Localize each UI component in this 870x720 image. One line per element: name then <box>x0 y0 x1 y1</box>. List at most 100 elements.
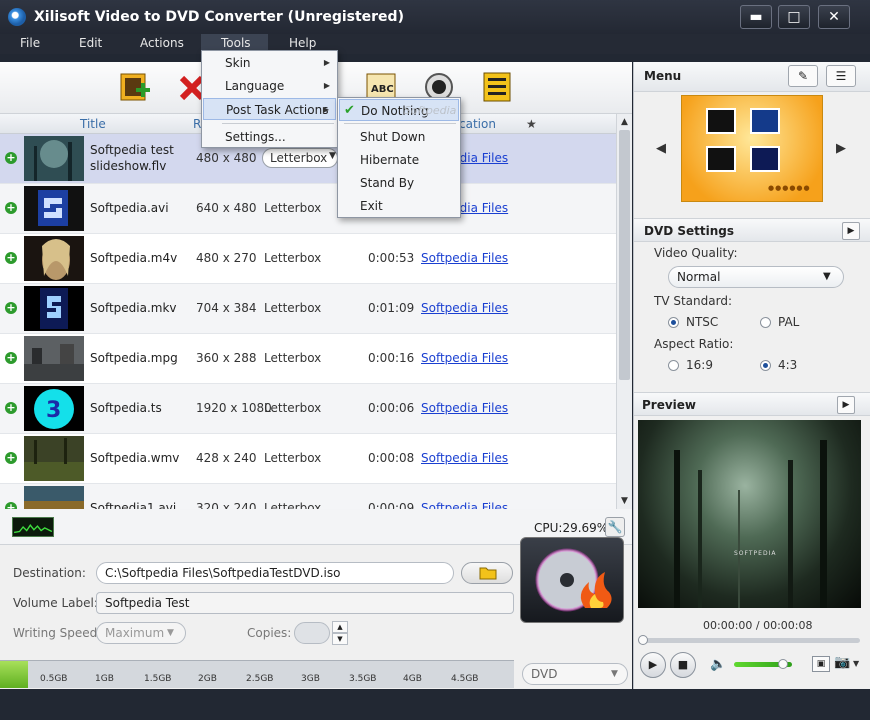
destination-input[interactable]: C:\Softpedia Files\SoftpediaTestDVD.iso … <box>96 562 541 584</box>
post-task-exit[interactable]: Exit <box>339 195 459 217</box>
expand-plus-icon[interactable]: + <box>5 452 17 464</box>
browse-folder-button[interactable] <box>461 562 513 584</box>
column-title[interactable]: Title <box>80 117 106 131</box>
disc-format-dropdown[interactable]: DVD ▼ <box>522 663 628 685</box>
expand-plus-icon[interactable]: + <box>5 202 17 214</box>
seek-slider[interactable] <box>638 635 860 645</box>
video-quality-dropdown[interactable]: Normal ▼ <box>668 266 844 288</box>
file-aspect: Letterbox <box>264 351 322 365</box>
menu-template-preview[interactable]: ●●●●●● <box>681 95 823 202</box>
table-row[interactable]: + Softpedia.m4v 480 x 270 Letterbox 0:00… <box>0 234 616 284</box>
pal-radio[interactable] <box>760 317 771 328</box>
edit-menu-icon[interactable]: ✎ <box>788 65 818 87</box>
expand-plus-icon[interactable]: + <box>5 502 17 509</box>
copies-stepper[interactable]: ▲ ▼ <box>294 621 350 645</box>
file-resolution: 1920 x 1080 <box>196 401 272 415</box>
table-row[interactable]: + 3 Softpedia.ts 1920 x 1080 Letterbox 0… <box>0 384 616 434</box>
menu-edit[interactable]: Edit <box>71 34 110 54</box>
expand-arrow-icon[interactable]: ▶ <box>837 396 855 414</box>
expand-plus-icon[interactable]: + <box>5 302 17 314</box>
aspect-4-3-radio[interactable] <box>760 360 771 371</box>
stepper-down-icon[interactable]: ▼ <box>332 633 348 645</box>
file-aspect: Letterbox <box>264 501 322 509</box>
volume-slider[interactable] <box>734 659 792 669</box>
file-location-link[interactable]: Softpedia Files <box>421 351 508 365</box>
file-location-link[interactable]: Softpedia Files <box>421 401 508 415</box>
file-location-link[interactable]: Softpedia Files <box>421 501 508 509</box>
volume-label-input[interactable]: Softpedia Test <box>96 592 514 614</box>
expand-plus-icon[interactable]: + <box>5 252 17 264</box>
play-icon[interactable]: ▶ <box>640 652 666 678</box>
post-task-do-nothing[interactable]: ✔ Do Nothing Softpedia <box>339 99 459 121</box>
scroll-down-icon[interactable]: ▼ <box>617 493 632 509</box>
writing-speed-value: Maximum <box>105 626 165 640</box>
scrollbar-thumb[interactable] <box>619 130 630 380</box>
file-location-link[interactable]: Softpedia Files <box>421 301 508 315</box>
file-resolution: 640 x 480 <box>196 201 257 215</box>
status-strip <box>0 689 870 720</box>
expand-plus-icon[interactable]: + <box>5 402 17 414</box>
minimize-button[interactable]: ▬ <box>740 5 772 29</box>
watermark-text: Softpedia <box>404 104 457 117</box>
stop-icon[interactable]: ■ <box>670 652 696 678</box>
post-task-stand-by[interactable]: Stand By <box>339 172 459 194</box>
tools-menu-post-task-actions[interactable]: Post Task Actions ▶ <box>203 98 336 120</box>
burn-button[interactable] <box>520 537 624 623</box>
expand-plus-icon[interactable]: + <box>5 152 17 164</box>
tools-menu-skin[interactable]: Skin ▶ <box>203 52 336 74</box>
volume-handle[interactable] <box>778 659 788 669</box>
size-tick: 3.5GB <box>349 674 377 684</box>
close-button[interactable]: ✕ <box>818 5 850 29</box>
writing-speed-dropdown[interactable]: Maximum ▼ <box>96 622 186 644</box>
menu-actions[interactable]: Actions <box>132 34 192 54</box>
file-location-link[interactable]: Softpedia Files <box>421 251 508 265</box>
post-task-shut-down[interactable]: Shut Down <box>339 126 459 148</box>
menu-prev-icon[interactable]: ◀ <box>656 141 666 156</box>
post-task-hibernate[interactable]: Hibernate <box>339 149 459 171</box>
svg-text:ABC: ABC <box>371 84 394 95</box>
preview-time: 00:00:00 / 00:00:08 <box>703 619 813 632</box>
camera-icon[interactable]: 📷 <box>834 655 850 670</box>
preview-video[interactable]: SOFTPEDIA <box>638 420 861 608</box>
chevron-down-icon: ▼ <box>167 628 174 638</box>
video-thumbnail <box>24 436 84 481</box>
file-list-scrollbar[interactable]: ▲ ▼ <box>616 114 632 509</box>
file-resolution: 320 x 240 <box>196 501 257 509</box>
fullscreen-icon[interactable]: ▣ <box>812 656 830 672</box>
table-row[interactable]: + Softpedia1.avi 320 x 240 Letterbox 0:0… <box>0 484 616 509</box>
tools-menu-language[interactable]: Language ▶ <box>203 75 336 97</box>
column-star[interactable]: ★ <box>526 117 537 131</box>
table-row[interactable]: + Softpedia.mkv 704 x 384 Letterbox 0:01… <box>0 284 616 334</box>
menu-list-icon[interactable]: ☰ <box>826 65 856 87</box>
column-location[interactable]: cation <box>459 117 496 131</box>
file-location-link[interactable]: Softpedia Files <box>421 451 508 465</box>
table-row[interactable]: + Softpedia.avi 640 x 480 Letterbox Soft… <box>0 184 616 234</box>
size-tick: 1.5GB <box>144 674 172 684</box>
seek-handle[interactable] <box>638 635 648 645</box>
table-row[interactable]: + Softpedia.wmv 428 x 240 Letterbox 0:00… <box>0 434 616 484</box>
expand-plus-icon[interactable]: + <box>5 352 17 364</box>
menu-file[interactable]: File <box>12 34 48 54</box>
add-file-icon[interactable] <box>118 70 152 104</box>
maximize-button[interactable]: □ <box>778 5 810 29</box>
tools-menu-settings[interactable]: Settings... <box>203 126 336 148</box>
video-thumbnail: 3 <box>24 386 84 431</box>
aspect-16-9-radio[interactable] <box>668 360 679 371</box>
wrench-icon[interactable]: 🔧 <box>605 517 625 537</box>
tools-menu: Skin ▶ Language ▶ Post Task Actions ▶ Se… <box>201 50 338 148</box>
ntsc-radio[interactable] <box>668 317 679 328</box>
post-task-hibernate-label: Hibernate <box>360 153 420 167</box>
aspect-dropdown[interactable]: Letterbox ▼ <box>262 148 338 168</box>
chevron-down-icon[interactable]: ▼ <box>853 659 859 668</box>
preview-title: Preview <box>642 398 697 412</box>
chevron-down-icon: ▼ <box>823 271 831 282</box>
menu-divider <box>344 123 456 124</box>
speaker-icon[interactable]: 🔈 <box>710 657 726 672</box>
task-list-icon[interactable] <box>480 70 514 104</box>
table-row[interactable]: + Softpedia.mpg 360 x 288 Letterbox 0:00… <box>0 334 616 384</box>
stepper-up-icon[interactable]: ▲ <box>332 621 348 633</box>
expand-arrow-icon[interactable]: ▶ <box>842 222 860 240</box>
menu-next-icon[interactable]: ▶ <box>836 141 846 156</box>
scroll-up-icon[interactable]: ▲ <box>617 114 632 130</box>
file-duration: 0:00:08 <box>368 451 415 465</box>
